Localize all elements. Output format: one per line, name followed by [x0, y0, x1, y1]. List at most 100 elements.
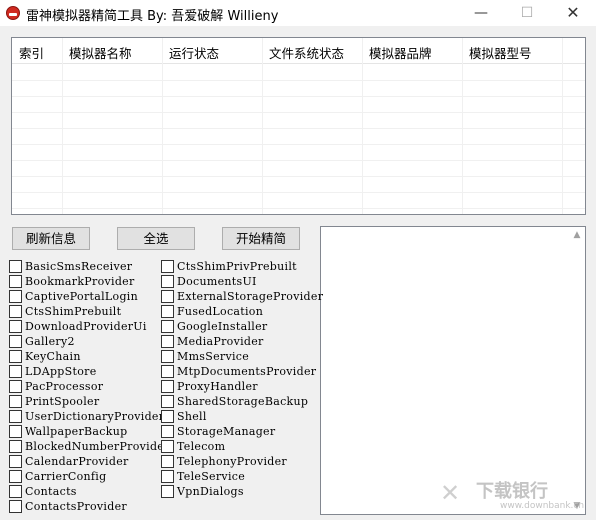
watermark: ✕ 下载银行 www.downbank.cn: [440, 475, 590, 515]
package-label: VpnDialogs: [177, 485, 244, 498]
table-row-divider: [12, 128, 585, 129]
column-header-name[interactable]: 模拟器名称: [69, 43, 132, 62]
package-label: Contacts: [25, 485, 77, 498]
watermark-logo-icon: ✕: [440, 479, 461, 507]
package-label: DownloadProviderUi: [25, 320, 147, 333]
checkbox[interactable]: [9, 410, 22, 423]
table-row-divider: [12, 144, 585, 145]
checkbox[interactable]: [9, 320, 22, 333]
table-row-divider: [12, 80, 585, 81]
package-label: TeleService: [177, 470, 246, 483]
log-output-box[interactable]: ▲ ▼: [320, 226, 586, 515]
table-row-divider: [12, 96, 585, 97]
checkbox[interactable]: [161, 380, 174, 393]
table-column-index: 索引: [12, 38, 63, 214]
checkbox[interactable]: [161, 395, 174, 408]
package-label: PacProcessor: [25, 380, 104, 393]
package-label: SharedStorageBackup: [177, 395, 309, 408]
checkbox[interactable]: [161, 440, 174, 453]
column-header-model[interactable]: 模拟器型号: [469, 43, 532, 62]
checkbox[interactable]: [9, 440, 22, 453]
table-row-divider: [12, 208, 585, 209]
package-label: KeyChain: [25, 350, 81, 363]
package-label: BasicSmsReceiver: [25, 260, 133, 273]
checkbox[interactable]: [9, 350, 22, 363]
checkbox[interactable]: [9, 425, 22, 438]
checkbox[interactable]: [9, 305, 22, 318]
watermark-title: 下载银行: [476, 481, 548, 502]
package-label: Gallery2: [25, 335, 75, 348]
checkbox[interactable]: [161, 365, 174, 378]
table-column-fs-status: 文件系统状态: [263, 38, 363, 214]
column-header-fs-status[interactable]: 文件系统状态: [269, 43, 344, 62]
package-label: PrintSpooler: [25, 395, 100, 408]
package-label: CalendarProvider: [25, 455, 129, 468]
column-header-run-status[interactable]: 运行状态: [169, 43, 219, 62]
checkbox[interactable]: [9, 275, 22, 288]
checkbox[interactable]: [9, 470, 22, 483]
minimize-button[interactable]: —: [458, 0, 504, 26]
table-column-run-status: 运行状态: [163, 38, 263, 214]
emulator-table[interactable]: 索引 模拟器名称 运行状态 文件系统状态 模拟器品牌 模拟器型号: [11, 37, 586, 215]
package-label: CtsShimPrebuilt: [25, 305, 122, 318]
table-row-divider: [12, 176, 585, 177]
package-label: FusedLocation: [177, 305, 264, 318]
watermark-url: www.downbank.cn: [500, 501, 585, 511]
checkbox[interactable]: [161, 410, 174, 423]
package-label: MtpDocumentsProvider: [177, 365, 317, 378]
package-label: BookmarkProvider: [25, 275, 135, 288]
column-header-index[interactable]: 索引: [19, 43, 44, 62]
checkbox[interactable]: [161, 455, 174, 468]
checkbox[interactable]: [9, 365, 22, 378]
package-label: TelephonyProvider: [177, 455, 287, 468]
checkbox[interactable]: [9, 260, 22, 273]
checkbox[interactable]: [9, 335, 22, 348]
select-all-button[interactable]: 全选: [117, 227, 195, 250]
checkbox[interactable]: [9, 455, 22, 468]
package-label: DocumentsUI: [177, 275, 257, 288]
package-label: MmsService: [177, 350, 250, 363]
package-label: UserDictionaryProvider: [25, 410, 165, 423]
checkbox[interactable]: [161, 290, 174, 303]
package-label: CarrierConfig: [25, 470, 107, 483]
checkbox[interactable]: [9, 380, 22, 393]
checkbox[interactable]: [161, 425, 174, 438]
checkbox[interactable]: [161, 350, 174, 363]
maximize-button[interactable]: ☐: [504, 0, 550, 26]
checkbox[interactable]: [161, 485, 174, 498]
checkbox[interactable]: [161, 260, 174, 273]
checkbox[interactable]: [161, 320, 174, 333]
checkbox[interactable]: [161, 305, 174, 318]
table-row-divider: [12, 112, 585, 113]
package-label: CaptivePortalLogin: [25, 290, 138, 303]
checkbox[interactable]: [161, 335, 174, 348]
table-column-model: 模拟器型号: [463, 38, 563, 214]
package-label: StorageManager: [177, 425, 276, 438]
table-column-brand: 模拟器品牌: [363, 38, 463, 214]
title-bar: 雷神模拟器精简工具 By: 吾爱破解 Willieny — ☐ ✕: [0, 0, 596, 26]
app-icon: [6, 6, 20, 20]
package-label: WallpaperBackup: [25, 425, 128, 438]
checkbox[interactable]: [9, 290, 22, 303]
package-label: BlockedNumberProvider: [25, 440, 170, 453]
package-label: CtsShimPrivPrebuilt: [177, 260, 297, 273]
package-label: Shell: [177, 410, 207, 423]
column-header-brand[interactable]: 模拟器品牌: [369, 43, 432, 62]
table-row-divider: [12, 192, 585, 193]
checkbox[interactable]: [9, 485, 22, 498]
checkbox[interactable]: [9, 500, 22, 513]
start-trim-button[interactable]: 开始精简: [222, 227, 300, 250]
window-title: 雷神模拟器精简工具 By: 吾爱破解 Willieny: [26, 9, 279, 24]
package-label: GoogleInstaller: [177, 320, 268, 333]
package-label: ProxyHandler: [177, 380, 258, 393]
package-label: LDAppStore: [25, 365, 97, 378]
checkbox[interactable]: [161, 470, 174, 483]
package-label: MediaProvider: [177, 335, 264, 348]
checkbox[interactable]: [161, 275, 174, 288]
table-row-divider: [12, 160, 585, 161]
checkbox[interactable]: [9, 395, 22, 408]
package-label: ContactsProvider: [25, 500, 127, 513]
refresh-info-button[interactable]: 刷新信息: [12, 227, 90, 250]
close-button[interactable]: ✕: [550, 0, 596, 26]
scroll-up-icon[interactable]: ▲: [571, 229, 583, 241]
